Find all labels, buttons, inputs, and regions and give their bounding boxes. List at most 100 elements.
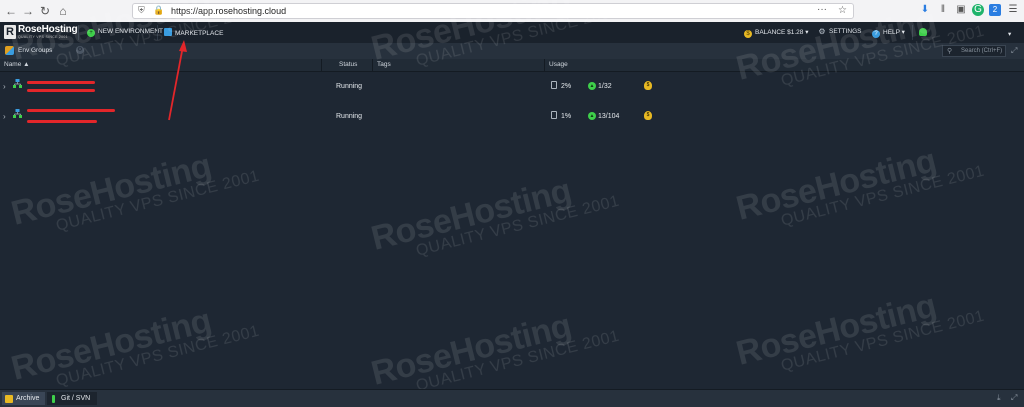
archive-icon: [5, 395, 13, 403]
app-header: R RoseHosting QUALITY VPS SINCE 2001 + NE…: [0, 22, 1024, 56]
watermark-tagline: QUALITY VPS SINCE 2001: [54, 167, 262, 235]
tab-archive-label: Archive: [16, 395, 40, 402]
tab-git-svn-label: Git / SVN: [61, 395, 91, 402]
user-icon: [919, 28, 927, 36]
brand-mark: R: [4, 25, 16, 39]
back-icon[interactable]: ←: [4, 4, 18, 18]
column-name[interactable]: Name ▲: [4, 61, 30, 68]
bookmark-star-icon[interactable]: ☆: [838, 5, 847, 16]
env-groups-settings-icon[interactable]: ⚙: [76, 46, 84, 54]
cloudlets-usage: 1/32: [598, 83, 612, 90]
search-icon: ⚲: [947, 48, 953, 55]
tab-archive[interactable]: Archive: [2, 392, 45, 405]
disk-usage: 1%: [561, 113, 572, 120]
header-divider: [78, 25, 79, 40]
cloudlets-icon: ▲: [588, 112, 596, 120]
disk-icon: [551, 81, 557, 89]
help-button[interactable]: ? HELP ▾: [872, 28, 905, 38]
column-tags[interactable]: Tags: [377, 61, 391, 68]
shield-icon[interactable]: ⛨: [138, 5, 145, 16]
minimize-icon[interactable]: ⤓: [997, 393, 1001, 403]
page-actions-icon[interactable]: ···: [817, 4, 827, 15]
bottom-panel-bar: Archive Git / SVN ⤓ ⤢: [0, 389, 1024, 407]
reload-icon[interactable]: ↻: [38, 4, 52, 18]
redacted-env-name: [27, 109, 115, 112]
environment-icon: [13, 109, 22, 118]
browser-toolbar: ← → ↻ ⌂ ⛨ 🔒 https://app.rosehosting.clou…: [0, 0, 1024, 23]
balance-label: BALANCE $1.28: [755, 29, 804, 36]
url-text[interactable]: https://app.rosehosting.cloud: [171, 6, 286, 16]
watermark: RoseHostingQUALITY VPS SINCE 2001: [733, 276, 987, 386]
watermark: RoseHostingQUALITY VPS SINCE 2001: [368, 161, 622, 271]
search-input[interactable]: ⚲ Search (Ctrl+F): [942, 45, 1006, 57]
expand-row-icon[interactable]: ›: [3, 82, 6, 91]
environment-icon: [13, 79, 22, 88]
env-groups-icon[interactable]: [5, 46, 14, 55]
watermark-name: RoseHosting: [7, 301, 215, 388]
git-icon: [52, 395, 55, 403]
env-status: Running: [336, 113, 363, 120]
watermark-name: RoseHosting: [7, 146, 215, 233]
balance-button[interactable]: $ BALANCE $1.28 ▾: [744, 28, 809, 38]
watermark-tagline: QUALITY VPS SINCE 2001: [54, 322, 262, 390]
menu-icon[interactable]: ☰: [1007, 4, 1019, 16]
marketplace-button[interactable]: MARKETPLACE: [164, 28, 223, 37]
download-icon[interactable]: ⬇: [919, 4, 931, 16]
column-divider: [544, 59, 545, 71]
redacted-env-name: [27, 81, 95, 84]
column-status[interactable]: Status: [339, 61, 357, 68]
column-divider: [372, 59, 373, 71]
column-divider: [321, 59, 322, 71]
watermark-name: RoseHosting: [732, 286, 940, 373]
header-divider: [157, 25, 158, 40]
search-placeholder: Search (Ctrl+F): [961, 48, 1003, 54]
header-divider: [912, 25, 913, 40]
new-environment-label: NEW ENVIRONMENT: [98, 28, 163, 35]
watermark-tagline: QUALITY VPS SINCE 2001: [779, 162, 987, 230]
grammarly-icon[interactable]: G: [972, 4, 984, 16]
watermark-tagline: QUALITY VPS SINCE 2001: [414, 327, 622, 395]
user-dropdown-icon[interactable]: ▾: [1008, 30, 1011, 38]
brand-logo[interactable]: R RoseHosting QUALITY VPS SINCE 2001: [4, 24, 78, 41]
env-groups-label[interactable]: Env Groups: [18, 47, 52, 54]
settings-label: SETTINGS: [829, 28, 862, 35]
watermark-name: RoseHosting: [732, 141, 940, 228]
expand-icon[interactable]: ⤢: [1011, 46, 1017, 56]
table-row[interactable]: › Running 1% ▲ 13/104 $: [0, 102, 1024, 130]
gear-icon: ⚙: [818, 27, 826, 36]
new-environment-button[interactable]: + NEW ENVIRONMENT: [87, 28, 163, 37]
env-groups-bar: Env Groups ⚙ ⚲ Search (Ctrl+F) ⤢: [0, 43, 1024, 60]
cloudlets-usage: 13/104: [598, 113, 620, 120]
brand-tagline: QUALITY VPS SINCE 2001: [18, 35, 68, 39]
column-usage[interactable]: Usage: [549, 61, 568, 68]
marketplace-label: MARKETPLACE: [175, 30, 224, 37]
disk-icon: [551, 111, 557, 119]
help-icon: ?: [872, 30, 880, 38]
address-bar[interactable]: ⛨ 🔒 https://app.rosehosting.cloud ··· ☆: [132, 3, 854, 19]
lock-icon[interactable]: 🔒: [153, 5, 164, 16]
expand-row-icon[interactable]: ›: [3, 112, 6, 121]
watermark-name: RoseHosting: [367, 171, 575, 258]
plus-icon: +: [87, 29, 95, 37]
extension-badge-icon[interactable]: 2: [989, 4, 1001, 16]
cloudlets-icon: ▲: [588, 82, 596, 90]
watermark-name: RoseHosting: [367, 306, 575, 393]
brand-name: RoseHosting: [18, 24, 78, 35]
expand-panel-icon[interactable]: ⤢: [1011, 393, 1017, 403]
forward-icon[interactable]: →: [21, 4, 35, 18]
marketplace-icon: [164, 28, 172, 36]
disk-usage: 2%: [561, 83, 572, 90]
sidebar-icon[interactable]: ▣: [955, 4, 967, 16]
env-status: Running: [336, 83, 363, 90]
library-icon[interactable]: ‖: [937, 4, 949, 16]
watermark-tagline: QUALITY VPS SINCE 2001: [414, 192, 622, 260]
table-row[interactable]: › Running 2% ▲ 1/32 $: [0, 72, 1024, 100]
home-icon[interactable]: ⌂: [56, 4, 70, 18]
billing-icon[interactable]: $: [644, 111, 652, 120]
billing-icon[interactable]: $: [644, 81, 652, 90]
user-menu-button[interactable]: [919, 28, 930, 37]
watermark: RoseHostingQUALITY VPS SINCE 2001: [733, 131, 987, 241]
settings-button[interactable]: ⚙ SETTINGS: [818, 27, 862, 36]
tab-git-svn[interactable]: Git / SVN: [47, 392, 97, 405]
watermark-tagline: QUALITY VPS SINCE 2001: [779, 307, 987, 375]
